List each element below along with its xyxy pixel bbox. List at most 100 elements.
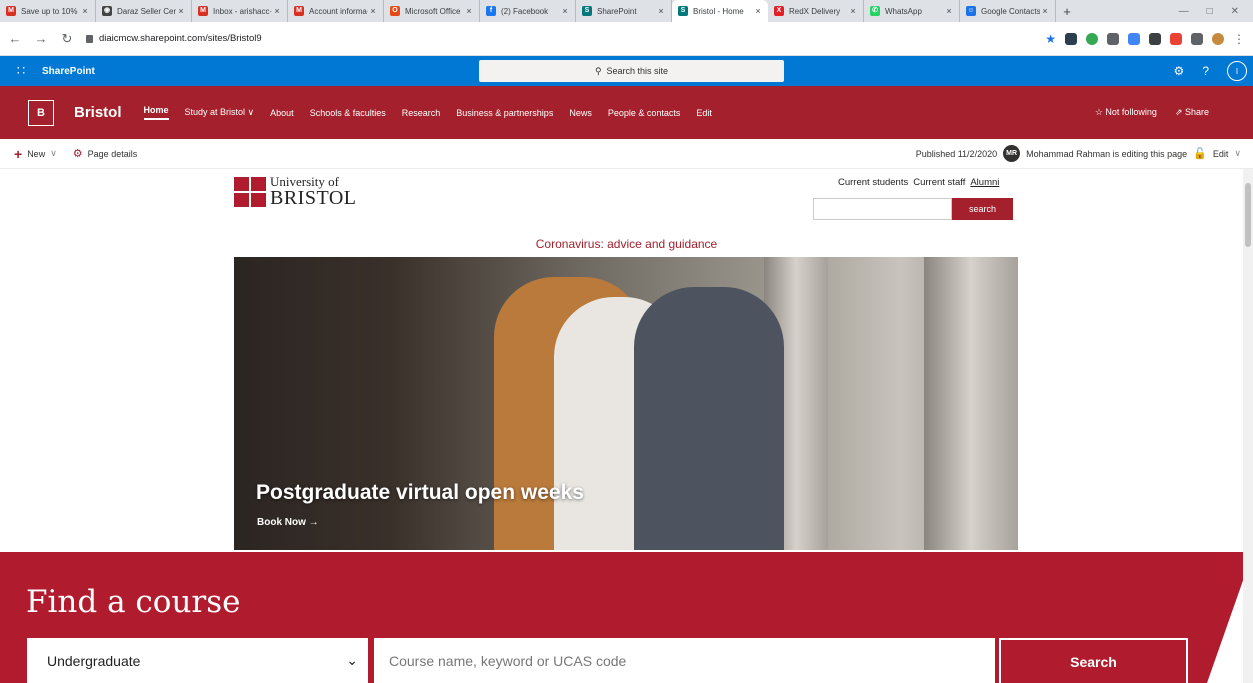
lock-icon: 🔓 xyxy=(1193,148,1207,160)
share-button[interactable]: ⇗ Share xyxy=(1175,107,1209,118)
lock-icon xyxy=(86,34,93,43)
app-launcher-icon[interactable]: ∷ xyxy=(6,63,36,79)
chevron-down-icon: ⌄ xyxy=(346,652,358,668)
sharepoint-icon: S xyxy=(678,6,688,16)
help-icon[interactable]: ? xyxy=(1202,64,1209,78)
sharepoint-home-link[interactable]: SharePoint xyxy=(42,66,95,77)
browser-tab[interactable]: f (2) Facebook × xyxy=(480,0,576,22)
profile-icon[interactable] xyxy=(1212,32,1224,45)
browser-tab[interactable]: ◉ Daraz Seller Cen· × xyxy=(96,0,192,22)
settings-icon[interactable]: ⚙ xyxy=(1174,64,1185,78)
extension-icon[interactable] xyxy=(1128,32,1140,45)
star-icon[interactable]: ★ xyxy=(1045,32,1056,46)
edit-button[interactable]: Edit xyxy=(1213,149,1229,159)
user-avatar[interactable]: I xyxy=(1227,61,1247,81)
level-select[interactable]: Undergraduate ⌄ xyxy=(27,638,368,683)
follow-button[interactable]: ☆ Not following xyxy=(1095,107,1157,118)
minimize-icon[interactable]: — xyxy=(1179,6,1189,17)
close-window-icon[interactable]: ✕ xyxy=(1231,6,1239,17)
book-now-link[interactable]: Book Now → xyxy=(257,517,319,528)
close-tab-icon[interactable]: × xyxy=(368,6,378,16)
suite-bar-actions: ⚙ ? I xyxy=(1174,61,1247,81)
logo-line2: BRISTOL xyxy=(270,187,357,209)
gmail-icon: M xyxy=(198,6,208,16)
url-field[interactable]: diaicmcw.sharepoint.com/sites/Bristol9 xyxy=(86,33,262,44)
extension-icon[interactable] xyxy=(1170,32,1182,45)
close-tab-icon[interactable]: × xyxy=(753,6,763,16)
gear-icon: ⚙ xyxy=(72,148,83,160)
university-crest-icon xyxy=(234,176,266,207)
close-tab-icon[interactable]: × xyxy=(944,6,954,16)
close-tab-icon[interactable]: × xyxy=(848,6,858,16)
find-a-course-section: Find a course Undergraduate ⌄ Course nam… xyxy=(0,552,1253,683)
current-students-link[interactable]: Current students xyxy=(838,177,908,188)
hero-banner[interactable]: Postgraduate virtual open weeks Book Now… xyxy=(234,257,1018,550)
alumni-link[interactable]: Alumni xyxy=(970,177,999,188)
course-search-input[interactable]: Course name, keyword or UCAS code xyxy=(374,638,995,683)
forward-icon[interactable]: → xyxy=(34,31,48,46)
course-search-button[interactable]: Search xyxy=(999,638,1188,683)
tab-title: Inbox - arishacc· xyxy=(213,6,272,16)
hero-photo xyxy=(634,287,784,550)
site-logo[interactable]: B xyxy=(28,99,54,126)
puzzle-icon[interactable] xyxy=(1191,32,1203,45)
back-icon[interactable]: ← xyxy=(8,31,22,46)
window-controls: — □ ✕ xyxy=(1179,0,1253,22)
browser-tab[interactable]: ✆ WhatsApp × xyxy=(864,0,960,22)
site-title[interactable]: Bristol xyxy=(74,104,122,121)
tab-title: Google Contacts xyxy=(981,6,1040,16)
scrollbar-thumb[interactable] xyxy=(1245,183,1251,247)
close-tab-icon[interactable]: × xyxy=(176,6,186,16)
browser-tab[interactable]: M Save up to 10% · × xyxy=(0,0,96,22)
university-logo[interactable]: University of BRISTOL xyxy=(234,175,356,208)
close-tab-icon[interactable]: × xyxy=(560,6,570,16)
search-button[interactable]: search xyxy=(952,198,1013,220)
covid-notice-link[interactable]: Coronavirus: advice and guidance xyxy=(0,237,1253,251)
nav-about[interactable]: About xyxy=(270,108,294,118)
browser-tab[interactable]: S Bristol - Home × xyxy=(672,0,768,22)
browser-tab[interactable]: M Account informa· × xyxy=(288,0,384,22)
current-staff-link[interactable]: Current staff xyxy=(913,177,965,188)
close-tab-icon[interactable]: × xyxy=(1040,6,1050,16)
page-status: Published 11/2/2020 MR Mohammad Rahman i… xyxy=(916,145,1241,162)
new-tab-button[interactable]: + xyxy=(1056,0,1078,22)
nav-people[interactable]: People & contacts xyxy=(608,108,681,118)
address-bar: ← → ↻ diaicmcw.sharepoint.com/sites/Bris… xyxy=(0,22,1253,56)
restore-icon[interactable]: □ xyxy=(1207,6,1213,17)
tab-title: Bristol - Home xyxy=(693,6,744,16)
nav-home[interactable]: Home xyxy=(143,105,169,120)
search-input[interactable] xyxy=(813,198,952,220)
editor-avatar: MR xyxy=(1003,145,1021,162)
nav-edit[interactable]: Edit xyxy=(696,108,712,118)
close-tab-icon[interactable]: × xyxy=(272,6,282,16)
close-tab-icon[interactable]: × xyxy=(464,6,474,16)
page-details-button[interactable]: ⚙ Page details xyxy=(73,147,137,160)
close-tab-icon[interactable]: × xyxy=(80,6,90,16)
browser-tab[interactable]: M Inbox - arishacc· × xyxy=(192,0,288,22)
nav-business[interactable]: Business & partnerships xyxy=(456,108,553,118)
browser-tab[interactable]: O Microsoft Office × xyxy=(384,0,480,22)
browser-window: M Save up to 10% · × ◉ Daraz Seller Cen· × M In… xyxy=(0,0,1253,683)
browser-tab[interactable]: ☺ Google Contacts × xyxy=(960,0,1056,22)
extension-icon[interactable] xyxy=(1065,32,1077,45)
close-tab-icon[interactable]: × xyxy=(656,6,666,16)
reload-icon[interactable]: ↻ xyxy=(60,31,74,47)
site-search-box[interactable]: ⚲ Search this site xyxy=(479,60,784,82)
command-bar: + New ∨ ⚙ Page details Published 11/2/20… xyxy=(0,139,1253,169)
extension-icon[interactable] xyxy=(1149,32,1161,45)
browser-tab[interactable]: S SharePoint × xyxy=(576,0,672,22)
nav-schools[interactable]: Schools & faculties xyxy=(310,108,386,118)
nav-news[interactable]: News xyxy=(569,108,592,118)
new-button[interactable]: + New ∨ xyxy=(14,146,57,162)
nav-study[interactable]: Study at Bristol ∨ xyxy=(185,107,255,118)
gmail-icon: M xyxy=(6,6,16,16)
chevron-down-icon[interactable]: ∨ xyxy=(1234,148,1241,159)
menu-icon[interactable]: ⋮ xyxy=(1233,32,1245,46)
search-icon: ⚲ xyxy=(594,65,602,76)
nav-research[interactable]: Research xyxy=(402,108,441,118)
extension-icon[interactable] xyxy=(1107,32,1119,45)
tab-title: (2) Facebook xyxy=(501,6,549,16)
background-column xyxy=(924,257,1018,550)
browser-tab[interactable]: X RedX Delivery × xyxy=(768,0,864,22)
extension-icon[interactable] xyxy=(1086,32,1098,45)
